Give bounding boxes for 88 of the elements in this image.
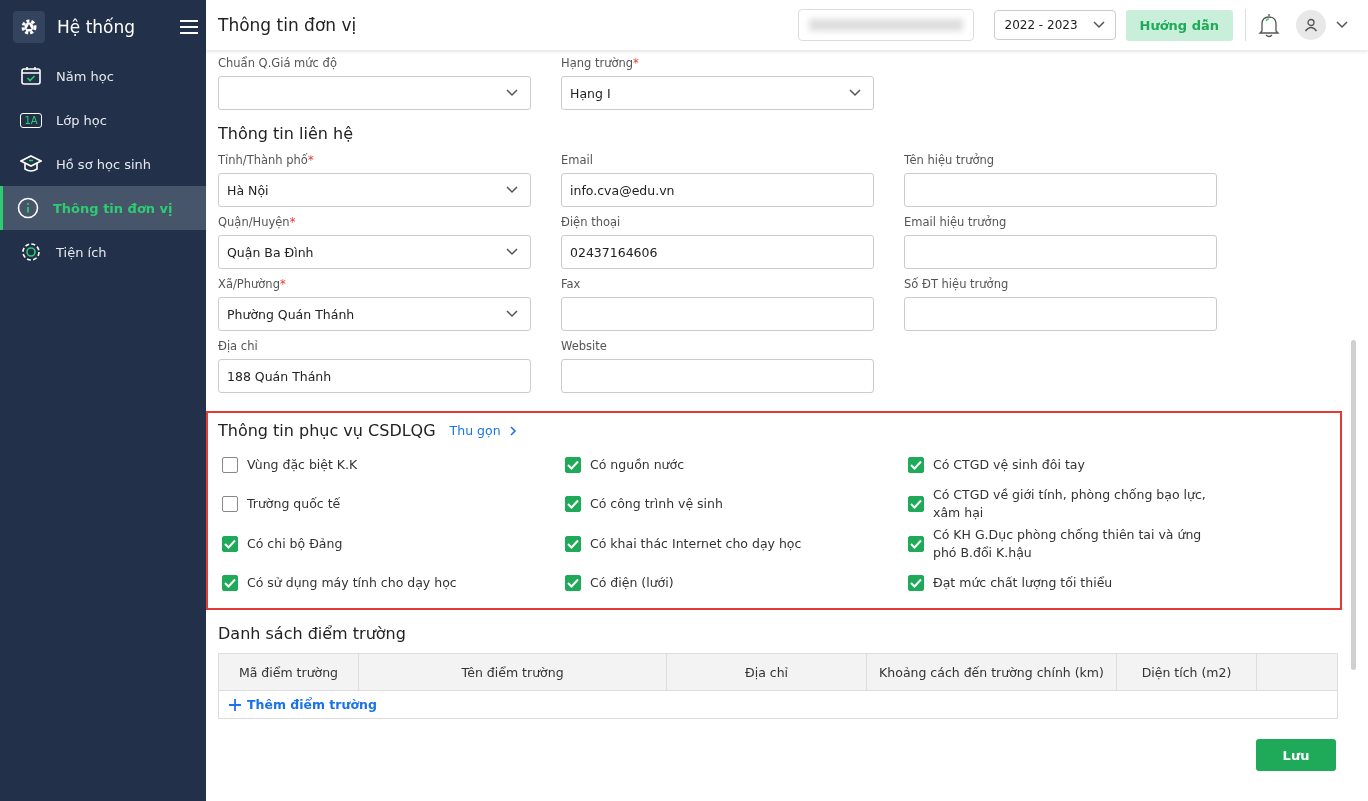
checkbox[interactable] [222, 457, 238, 473]
year-select[interactable]: 2022 - 2023 [993, 10, 1116, 40]
field-label: Xã/Phường* [218, 277, 287, 293]
input-field[interactable]: 02437164606 [561, 235, 874, 269]
checkbox[interactable] [565, 457, 581, 473]
field-label: Fax [561, 277, 582, 293]
sidebar-item[interactable]: Hồ sơ học sinh [0, 142, 206, 186]
class-icon: 1A [20, 112, 42, 128]
field-label: Địa chỉ [218, 339, 259, 355]
field-label: Email [561, 153, 594, 169]
dropdown-field[interactable]: Quận Ba Đình [218, 235, 531, 269]
menu-icon[interactable] [180, 20, 198, 34]
field-label: Số ĐT hiệu trưởng [904, 277, 1010, 293]
input-field[interactable] [904, 235, 1217, 269]
chevron-right-icon[interactable] [508, 424, 517, 437]
checkbox[interactable] [565, 575, 581, 591]
checkbox-label: Vùng đặc biệt K.K [247, 456, 358, 474]
chevron-down-icon [506, 248, 518, 256]
collapse-link[interactable]: Thu gọn [449, 423, 501, 438]
checkbox-label: Đạt mức chất lượng tối thiểu [933, 574, 1113, 592]
checkbox[interactable] [565, 536, 581, 552]
page-title: Thông tin đơn vị [218, 15, 357, 35]
gear-icon [13, 11, 45, 43]
dropdown-field[interactable]: Hà Nội [218, 173, 531, 207]
field-label: Website [561, 339, 608, 355]
checkbox-label: Có khai thác Internet cho dạy học [590, 535, 802, 553]
input-field[interactable]: 188 Quán Thánh [218, 359, 531, 393]
chevron-down-icon [849, 89, 861, 97]
input-field[interactable] [904, 297, 1217, 331]
chevron-down-icon [506, 310, 518, 318]
chevron-down-icon [1092, 21, 1105, 29]
checkbox[interactable] [908, 575, 924, 591]
section-title: Thông tin liên hệ [218, 124, 354, 143]
column-header: Khoảng cách đến trường chính (km) [867, 654, 1117, 690]
chevron-down-icon [506, 89, 518, 97]
field-label: Quận/Huyện* [218, 215, 297, 231]
field-label: Tỉnh/Thành phố* [218, 153, 315, 169]
field-label: Điện thoại [561, 215, 622, 231]
plus-icon [229, 698, 241, 711]
checkbox[interactable] [908, 496, 924, 512]
input-field[interactable] [561, 359, 874, 393]
checkbox-label: Trường quốc tế [247, 495, 341, 513]
field-label: Chuẩn Q.Giá mức độ [218, 56, 338, 72]
field-label: Email hiệu trưởng [904, 215, 1008, 231]
field-label: Hạng trường* [561, 56, 640, 72]
section-title: Danh sách điểm trường [218, 624, 407, 643]
sidebar-item[interactable]: 1A Lớp học [0, 98, 206, 142]
dropdown-field[interactable]: Hạng I [561, 76, 874, 110]
checkbox-label: Có sử dụng máy tính cho dạy học [247, 574, 457, 592]
column-header: Tên điểm trường [359, 654, 667, 690]
checkbox-label: Có CTGD về giới tính, phòng chống bạo lực, xâm hại [933, 486, 1207, 522]
sidebar-item[interactable]: Thông tin đơn vị [0, 186, 206, 230]
checkbox-label: Có nguồn nước [590, 456, 685, 474]
checkbox-label: Có KH G.Dục phòng chống thiên tai và ứng phó B.đổi K.hậu [933, 526, 1203, 562]
bell-icon[interactable] [1258, 12, 1280, 38]
graduation-cap-icon [20, 153, 42, 175]
school-field[interactable] [797, 9, 974, 41]
checkbox-label: Có chi bộ Đảng [247, 535, 343, 553]
checkbox-label: Có CTGD vệ sinh đôi tay [933, 456, 1085, 474]
checkbox[interactable] [222, 496, 238, 512]
sidebar-item[interactable]: Năm học [0, 54, 206, 98]
gear-icon [20, 241, 42, 263]
checkbox[interactable] [222, 536, 238, 552]
scrollbar[interactable] [1351, 340, 1356, 670]
field-label: Tên hiệu trưởng [904, 153, 996, 169]
dropdown-field[interactable] [218, 76, 531, 110]
app-title: Hệ thống [57, 17, 137, 37]
chevron-down-icon[interactable] [1336, 21, 1348, 29]
input-field[interactable] [561, 297, 874, 331]
column-header: Diện tích (m2) [1117, 654, 1257, 690]
calendar-icon [20, 65, 42, 87]
input-field[interactable] [904, 173, 1217, 207]
input-field[interactable]: info.cva@edu.vn [561, 173, 874, 207]
checkbox[interactable] [908, 536, 924, 552]
chevron-down-icon [506, 186, 518, 194]
dropdown-field[interactable]: Phường Quán Thánh [218, 297, 531, 331]
checkbox-label: Có điện (lưới) [590, 574, 674, 592]
column-header: Mã điểm trường [219, 654, 359, 690]
checkbox[interactable] [222, 575, 238, 591]
section-title: Thông tin phục vụ CSDLQG [218, 421, 436, 440]
checkbox[interactable] [908, 457, 924, 473]
checkbox[interactable] [565, 496, 581, 512]
add-site-link[interactable]: Thêm điểm trường [219, 691, 387, 718]
avatar-icon[interactable] [1296, 10, 1326, 40]
sidebar-item[interactable]: Tiện ích [0, 230, 206, 274]
column-header: Địa chỉ [667, 654, 867, 690]
info-icon [17, 197, 39, 219]
checkbox-label: Có công trình vệ sinh [590, 495, 723, 513]
